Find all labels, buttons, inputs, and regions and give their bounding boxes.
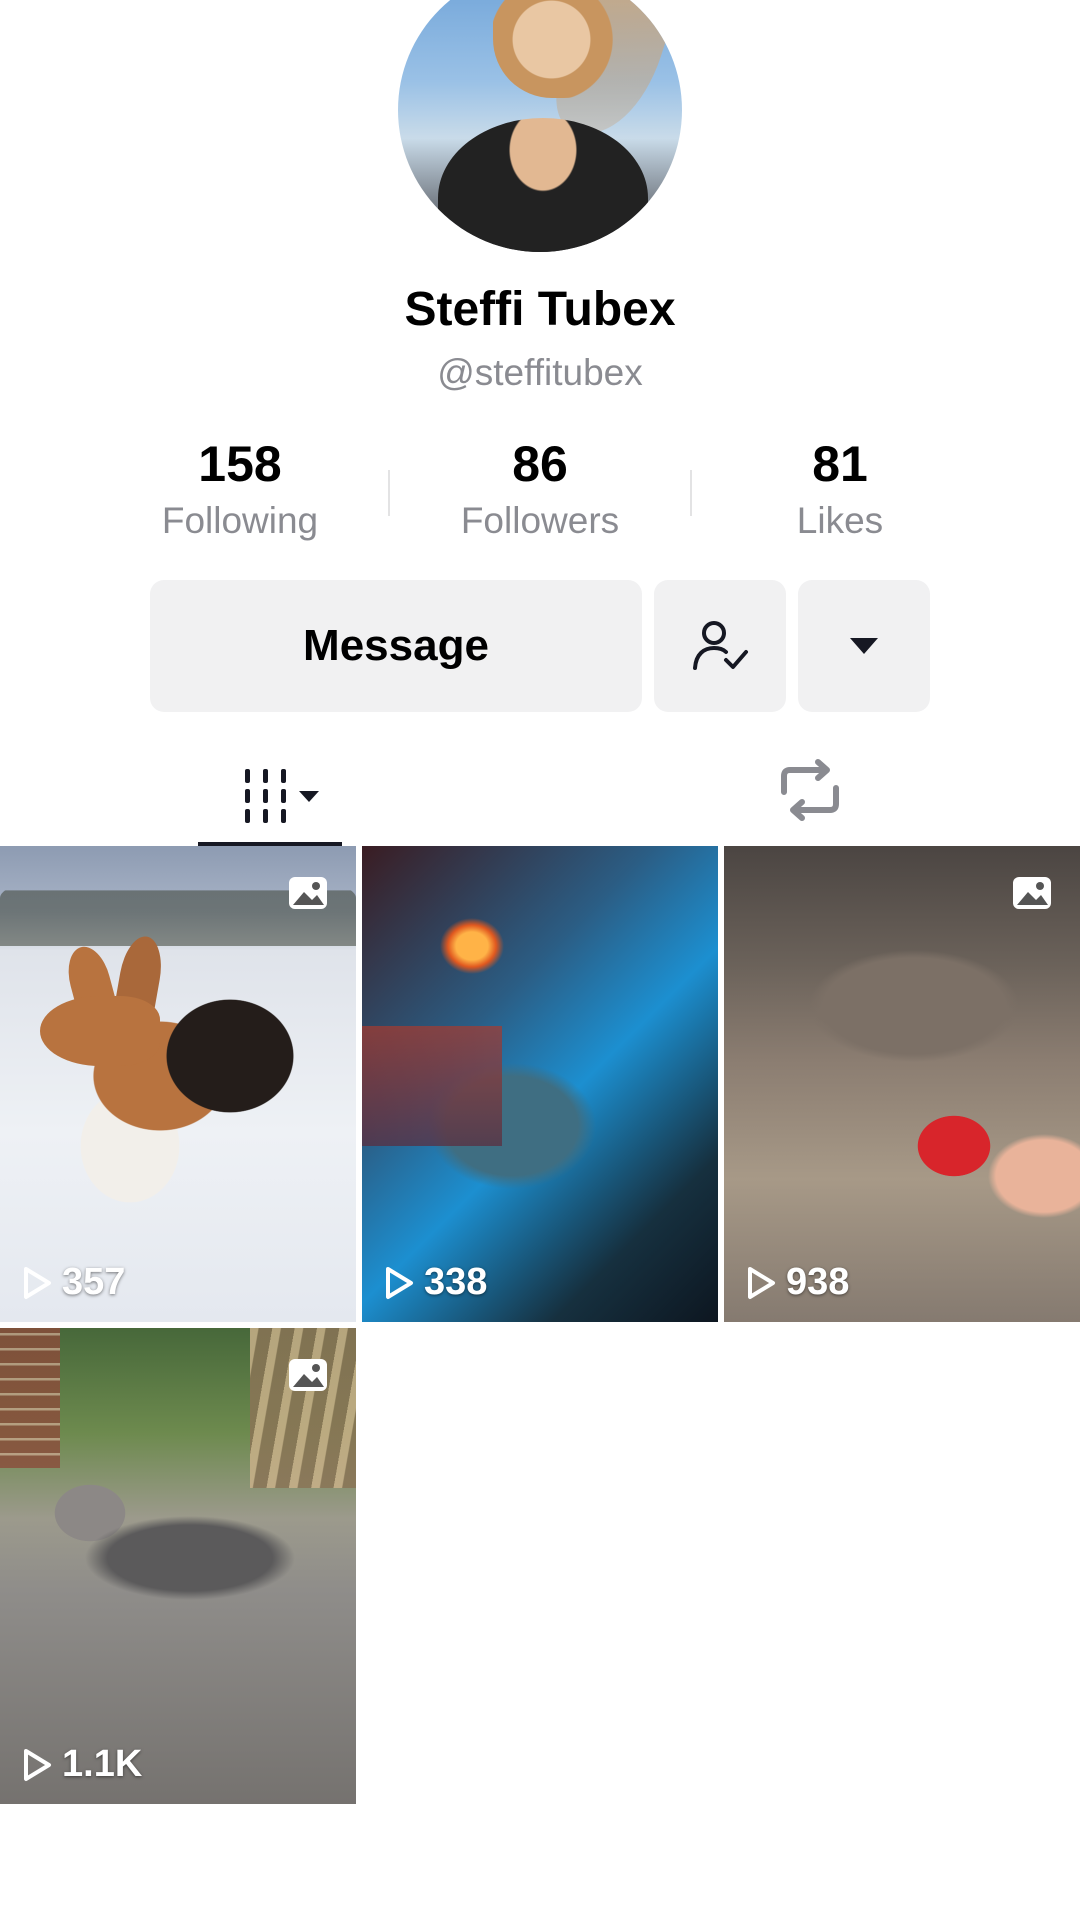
play-icon: [748, 1266, 775, 1299]
stat-followers-label: Followers: [460, 500, 620, 541]
thumbnail-dog-head: [40, 996, 160, 1066]
play-icon: [386, 1266, 413, 1299]
message-button[interactable]: Message: [150, 580, 642, 712]
profile-stats: 158 Following 86 Followers 81 Likes: [0, 432, 1080, 552]
video-tile[interactable]: 1.1K: [0, 1328, 356, 1804]
content-tabs: [0, 740, 1080, 850]
view-count-value: 338: [424, 1261, 488, 1303]
stat-followers[interactable]: 86 Followers: [410, 432, 670, 546]
repost-icon: [781, 759, 839, 821]
view-count-value: 1.1K: [62, 1743, 143, 1785]
stat-likes-value: 81: [812, 436, 868, 492]
photo-icon: [289, 877, 327, 909]
view-count-value: 938: [786, 1261, 850, 1303]
stat-likes[interactable]: 81 Likes: [710, 432, 970, 546]
view-count: 338: [384, 1261, 487, 1304]
caret-down-icon: [850, 638, 878, 654]
following-status-button[interactable]: [654, 580, 786, 712]
profile-page: Steffi Tubex @steffitubex 158 Following …: [0, 0, 1080, 1920]
view-count: 938: [746, 1261, 849, 1304]
profile-name: Steffi Tubex: [404, 283, 676, 336]
grid-dropdown-icon: [245, 769, 319, 823]
view-count-value: 357: [62, 1261, 126, 1303]
view-count: 1.1K: [22, 1743, 142, 1786]
view-count: 357: [22, 1261, 125, 1304]
stat-followers-value: 86: [512, 436, 568, 492]
tab-reposts[interactable]: [760, 740, 860, 840]
video-tile[interactable]: 357: [0, 846, 356, 1322]
profile-handle: @steffitubex: [437, 352, 643, 393]
more-options-button[interactable]: [798, 580, 930, 712]
thumbnail-floor: [362, 1026, 502, 1146]
video-tile[interactable]: 338: [362, 846, 718, 1322]
stats-divider: [690, 470, 692, 516]
video-tile[interactable]: 938: [724, 846, 1080, 1322]
avatar-body: [438, 118, 648, 252]
tab-videos[interactable]: [198, 740, 342, 848]
photo-icon: [289, 1359, 327, 1391]
stat-following-label: Following: [161, 500, 319, 541]
thumbnail-fence: [250, 1328, 356, 1488]
stat-following[interactable]: 158 Following: [110, 432, 370, 546]
user-check-icon: [693, 621, 748, 670]
thumbnail-brick-wall: [0, 1328, 60, 1468]
stat-following-value: 158: [198, 436, 282, 492]
play-icon: [24, 1266, 51, 1299]
stat-likes-label: Likes: [796, 500, 884, 541]
stats-divider: [388, 470, 390, 516]
avatar[interactable]: [398, 0, 682, 252]
play-icon: [24, 1748, 51, 1781]
photo-icon: [1013, 877, 1051, 909]
